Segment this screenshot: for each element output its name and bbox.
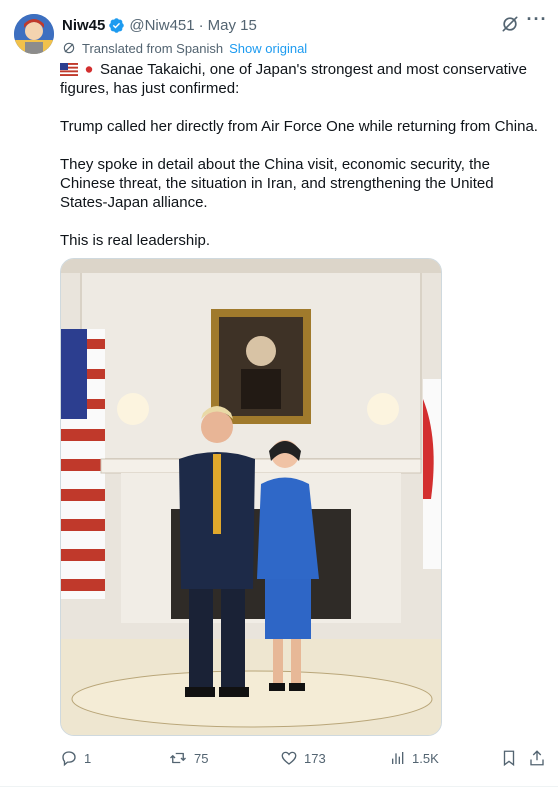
tweet-line-3: They spoke in detail about the China vis…	[60, 156, 494, 211]
show-original-link[interactable]: Show original	[229, 41, 307, 56]
tweet[interactable]: Niw45 @Niw451 · May 15 ··· Translated fr…	[0, 0, 558, 787]
tweet-line-2: Trump called her directly from Air Force…	[60, 118, 538, 135]
translate-icon	[63, 42, 75, 54]
tweet-date[interactable]: May 15	[208, 17, 257, 34]
verified-badge-icon	[109, 17, 125, 33]
like-icon	[281, 751, 297, 765]
repost-count: 75	[194, 750, 209, 766]
us-flag-icon	[60, 63, 78, 76]
author-handle[interactable]: @Niw451	[129, 17, 194, 34]
translation-notice: Translated from Spanish Show original	[62, 39, 307, 57]
avatar[interactable]	[14, 14, 54, 54]
translated-label: Translated from Spanish	[82, 40, 224, 56]
reply-button[interactable]: 1	[60, 748, 91, 768]
tweet-text: Sanae Takaichi, one of Japan's strongest…	[60, 60, 540, 269]
tweet-line-4: This is real leadership.	[60, 232, 211, 249]
share-button[interactable]	[528, 748, 552, 768]
action-bar: 1 75 173 1.5K	[60, 748, 548, 768]
tweet-line-1: Sanae Takaichi, one of Japan's strongest…	[60, 61, 528, 97]
like-count: 173	[304, 750, 326, 766]
tweet-header: Niw45 @Niw451 · May 15	[62, 14, 546, 36]
author-name[interactable]: Niw45	[62, 17, 105, 34]
repost-button[interactable]: 75	[168, 748, 208, 768]
reply-count: 1	[84, 750, 92, 766]
reply-icon	[62, 751, 76, 767]
tweet-photo[interactable]	[60, 258, 442, 736]
bookmark-icon	[503, 750, 515, 767]
view-count: 1.5K	[412, 750, 439, 766]
repost-icon	[170, 752, 186, 764]
like-button[interactable]: 173	[280, 748, 326, 768]
bookmark-button[interactable]	[500, 748, 524, 768]
japan-flag-icon	[82, 63, 96, 76]
share-icon	[530, 750, 544, 766]
more-icon[interactable]: ···	[526, 10, 548, 34]
separator-dot: ·	[198, 16, 204, 34]
photo-illustration	[61, 259, 441, 735]
views-button[interactable]: 1.5K	[390, 748, 439, 768]
grok-icon[interactable]	[500, 14, 520, 34]
views-icon	[392, 752, 404, 764]
